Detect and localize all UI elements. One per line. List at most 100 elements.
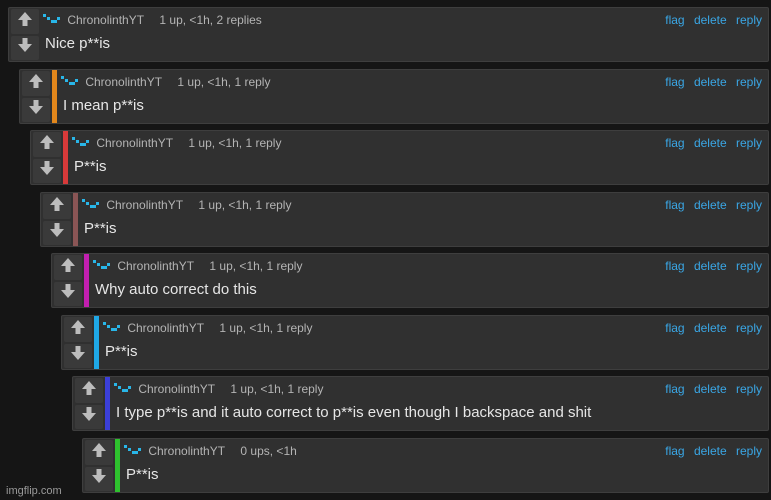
flag-link[interactable]: flag [665,75,684,89]
delete-link[interactable]: delete [694,444,727,458]
arrow-up-icon [81,380,97,401]
arrow-down-icon [91,468,107,489]
delete-link[interactable]: delete [694,75,727,89]
upvote-button[interactable] [43,194,71,219]
reply-link[interactable]: reply [736,382,762,396]
upvote-button[interactable] [22,71,50,96]
upvote-button[interactable] [75,378,103,403]
comment-text: P**is [105,343,138,360]
downvote-button[interactable] [75,404,103,429]
downvote-button[interactable] [85,466,113,491]
comment-body: ChronolinthYT 0 ups, <1h flag delete rep… [124,439,764,492]
username-link[interactable]: ChronolinthYT [138,382,215,396]
flag-link[interactable]: flag [665,382,684,396]
flag-link[interactable]: flag [665,321,684,335]
reply-link[interactable]: reply [736,13,762,27]
comment-actions: flag delete reply [659,321,762,335]
depth-indicator [63,131,68,184]
delete-link[interactable]: delete [694,382,727,396]
comment-text: P**is [74,158,107,175]
comment: ChronolinthYT 1 up, <1h, 2 replies flag … [8,7,769,62]
comment-stats: 1 up, <1h, 1 reply [230,382,324,396]
delete-link[interactable]: delete [694,198,727,212]
arrow-up-icon [91,442,107,463]
username-link[interactable]: ChronolinthYT [96,136,173,150]
upvote-button[interactable] [33,132,61,157]
comment-text: P**is [84,220,117,237]
username-link[interactable]: ChronolinthYT [127,321,204,335]
username-link[interactable]: ChronolinthYT [117,259,194,273]
delete-link[interactable]: delete [694,321,727,335]
upvote-button[interactable] [54,255,82,280]
reply-link[interactable]: reply [736,75,762,89]
comment-body: ChronolinthYT 1 up, <1h, 1 reply flag de… [103,316,764,369]
delete-link[interactable]: delete [694,136,727,150]
comment-body: ChronolinthYT 1 up, <1h, 1 reply flag de… [93,254,764,307]
depth-indicator [105,377,110,430]
upvote-button[interactable] [11,9,39,34]
user-avatar-icon[interactable] [61,75,79,88]
comment: ChronolinthYT 1 up, <1h, 1 reply flag de… [30,130,769,185]
imgflip-watermark: imgflip.com [6,485,62,497]
comment-meta: ChronolinthYT 1 up, <1h, 2 replies [43,13,764,29]
user-avatar-icon[interactable] [93,259,111,272]
comment-stats: 1 up, <1h, 1 reply [188,136,282,150]
upvote-button[interactable] [64,317,92,342]
comment-stats: 1 up, <1h, 2 replies [159,13,262,27]
reply-link[interactable]: reply [736,444,762,458]
reply-link[interactable]: reply [736,259,762,273]
user-avatar-icon[interactable] [114,382,132,395]
flag-link[interactable]: flag [665,136,684,150]
comment: ChronolinthYT 1 up, <1h, 1 reply flag de… [19,69,769,124]
comment-text: Nice p**is [45,35,111,52]
downvote-button[interactable] [43,220,71,245]
comment-actions: flag delete reply [659,13,762,27]
comment-actions: flag delete reply [659,198,762,212]
arrow-down-icon [49,222,65,243]
vote-controls [73,377,105,430]
downvote-button[interactable] [11,35,39,60]
user-avatar-icon[interactable] [72,136,90,149]
flag-link[interactable]: flag [665,13,684,27]
comment-actions: flag delete reply [659,136,762,150]
username-link[interactable]: ChronolinthYT [148,444,225,458]
comment-text: Why auto correct do this [95,281,257,298]
vote-controls [20,70,52,123]
flag-link[interactable]: flag [665,444,684,458]
vote-controls [52,254,84,307]
arrow-up-icon [17,11,33,32]
downvote-button[interactable] [22,97,50,122]
reply-link[interactable]: reply [736,198,762,212]
reply-link[interactable]: reply [736,321,762,335]
comment-stats: 1 up, <1h, 1 reply [177,75,271,89]
user-avatar-icon[interactable] [103,321,121,334]
delete-link[interactable]: delete [694,259,727,273]
vote-controls [83,439,115,492]
arrow-up-icon [60,257,76,278]
username-link[interactable]: ChronolinthYT [106,198,183,212]
user-avatar-icon[interactable] [124,444,142,457]
comment-actions: flag delete reply [659,382,762,396]
comment-stats: 1 up, <1h, 1 reply [209,259,303,273]
arrow-up-icon [49,196,65,217]
flag-link[interactable]: flag [665,198,684,212]
arrow-up-icon [39,134,55,155]
upvote-button[interactable] [85,440,113,465]
comment-actions: flag delete reply [659,444,762,458]
comment: ChronolinthYT 1 up, <1h, 1 reply flag de… [51,253,769,308]
username-link[interactable]: ChronolinthYT [67,13,144,27]
vote-controls [31,131,63,184]
user-avatar-icon[interactable] [43,13,61,26]
flag-link[interactable]: flag [665,259,684,273]
reply-link[interactable]: reply [736,136,762,150]
comment: ChronolinthYT 1 up, <1h, 1 reply flag de… [72,376,769,431]
downvote-button[interactable] [64,343,92,368]
downvote-button[interactable] [33,158,61,183]
delete-link[interactable]: delete [694,13,727,27]
vote-controls [9,8,41,61]
username-link[interactable]: ChronolinthYT [85,75,162,89]
downvote-button[interactable] [54,281,82,306]
arrow-down-icon [17,37,33,58]
arrow-down-icon [39,160,55,181]
user-avatar-icon[interactable] [82,198,100,211]
